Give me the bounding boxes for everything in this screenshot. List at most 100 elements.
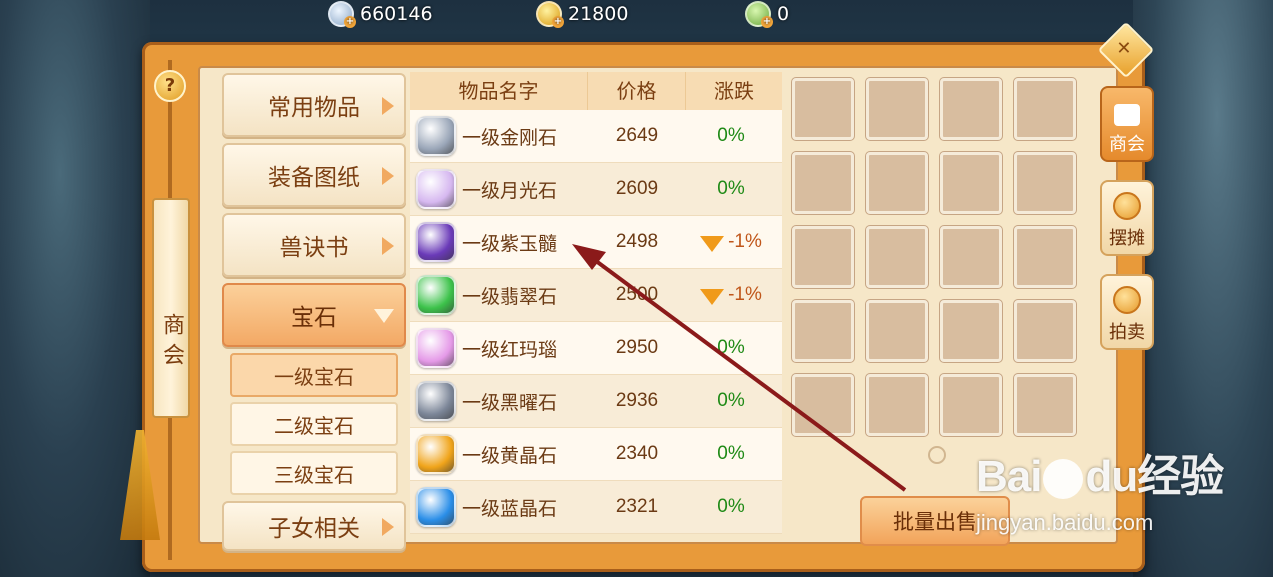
category-label: 子女相关	[268, 516, 360, 542]
item-name: 一级翡翠石	[462, 285, 558, 308]
kyanite-gem-icon	[416, 487, 456, 527]
item-price: 2649	[615, 125, 659, 146]
category-equipment-blueprints[interactable]: 装备图纸	[222, 143, 406, 207]
rail-title: 商会	[152, 198, 190, 418]
category-common-items[interactable]: 常用物品	[222, 73, 406, 137]
inventory-slot[interactable]	[866, 374, 928, 436]
item-change: 0%	[686, 390, 776, 412]
table-row[interactable]: 一级紫玉髓 2498 -1%	[410, 216, 782, 269]
inventory-slot[interactable]	[1014, 226, 1076, 288]
category-beast-skill-books[interactable]: 兽诀书	[222, 213, 406, 277]
column-header-price: 价格	[588, 72, 686, 110]
table-row[interactable]: 一级金刚石 2649 0%	[410, 110, 782, 163]
watermark-logo-mid: du	[1085, 452, 1138, 501]
baidu-jingyan-watermark: Bai du经验 jingyan.baidu.com	[976, 440, 1266, 550]
item-change-value: 0%	[717, 178, 745, 199]
inventory-slot[interactable]	[1014, 300, 1076, 362]
currency-jade[interactable]: + 0	[745, 0, 789, 28]
table-row[interactable]: 一级红玛瑙 2950 0%	[410, 322, 782, 375]
watermark-url: jingyan.baidu.com	[976, 510, 1154, 535]
column-header-name: 物品名字	[410, 72, 588, 110]
watermark-logo-left: Bai	[976, 452, 1042, 501]
inventory-slot[interactable]	[940, 374, 1002, 436]
inventory-slot[interactable]	[866, 226, 928, 288]
jade-coin-icon: +	[745, 1, 773, 28]
inventory-slot[interactable]	[792, 152, 854, 214]
diamond-gem-icon	[416, 116, 456, 156]
table-row[interactable]: 一级蓝晶石 2321 0%	[410, 481, 782, 534]
currency-gold[interactable]: + 21800	[536, 0, 628, 28]
silver-coin-icon: +	[328, 1, 356, 28]
obsidian-gem-icon	[416, 381, 456, 421]
arrow-down-icon	[700, 236, 725, 252]
tab-stall[interactable]: 摆摊	[1100, 180, 1154, 256]
item-name: 一级黑曜石	[462, 391, 558, 414]
tab-auction[interactable]: 拍卖	[1100, 274, 1154, 350]
item-name: 一级黄晶石	[462, 444, 558, 467]
citrine-gem-icon	[416, 434, 456, 474]
inventory-slot-grid	[788, 72, 1084, 452]
currency-gold-value: 21800	[568, 3, 629, 25]
item-price: 2950	[615, 337, 659, 358]
inventory-slot[interactable]	[1014, 152, 1076, 214]
inventory-slot[interactable]	[792, 300, 854, 362]
category-children-related[interactable]: 子女相关	[222, 501, 406, 551]
coin-pile-icon	[1113, 286, 1141, 314]
inventory-slot[interactable]	[1014, 374, 1076, 436]
table-row[interactable]: 一级黑曜石 2936 0%	[410, 375, 782, 428]
item-price: 2500	[615, 284, 659, 305]
help-button[interactable]: ?	[154, 70, 186, 102]
currency-silver[interactable]: + 660146	[328, 0, 433, 28]
item-change-value: 0%	[717, 443, 745, 464]
gold-coin-icon: +	[536, 1, 564, 28]
shop-icon	[1114, 104, 1140, 126]
chevron-right-icon	[382, 167, 394, 185]
item-change-value: 0%	[717, 337, 745, 358]
subcategory-level3-gems[interactable]: 三级宝石	[230, 451, 398, 495]
inventory-slot[interactable]	[792, 226, 854, 288]
currency-jade-value: 0	[777, 3, 790, 25]
table-row[interactable]: 一级黄晶石 2340 0%	[410, 428, 782, 481]
item-name: 一级红玛瑙	[462, 338, 558, 361]
category-label: 装备图纸	[268, 165, 360, 191]
item-price-table: 物品名字 价格 涨跌 一级金刚石 2649 0% 一级月光石 2609 0% 一级紫玉髓 24…	[410, 72, 782, 546]
jade-gem-icon	[416, 275, 456, 315]
inventory-slot[interactable]	[866, 300, 928, 362]
item-price: 2609	[615, 178, 659, 199]
watermark-logo-right: 经验	[1137, 452, 1224, 501]
inventory-slot[interactable]	[940, 78, 1002, 140]
currency-silver-value: 660146	[360, 3, 433, 25]
table-row[interactable]: 一级月光石 2609 0%	[410, 163, 782, 216]
subcategory-level1-gems[interactable]: 一级宝石	[230, 353, 398, 397]
item-change: 0%	[686, 178, 776, 200]
inventory-slot[interactable]	[792, 374, 854, 436]
item-change: 0%	[686, 337, 776, 359]
inventory-slot[interactable]	[792, 78, 854, 140]
table-row[interactable]: 一级翡翠石 2500 -1%	[410, 269, 782, 322]
item-price: 2936	[615, 390, 659, 411]
inventory-slot[interactable]	[940, 300, 1002, 362]
inventory-slot[interactable]	[866, 152, 928, 214]
subcategory-label: 二级宝石	[274, 413, 354, 438]
item-change-value: 0%	[717, 496, 745, 517]
category-gems[interactable]: 宝石	[222, 283, 406, 347]
paw-icon	[1043, 459, 1084, 500]
chevron-right-icon	[382, 97, 394, 115]
item-name: 一级紫玉髓	[462, 232, 558, 255]
page-indicator-dot[interactable]	[928, 446, 946, 464]
item-change: -1%	[686, 284, 776, 306]
coin-stack-icon	[1113, 192, 1141, 220]
inventory-slot[interactable]	[866, 78, 928, 140]
chevron-down-icon	[374, 309, 394, 323]
table-header: 物品名字 价格 涨跌	[410, 72, 782, 110]
purple-chalcedony-gem-icon	[416, 222, 456, 262]
inventory-slot[interactable]	[940, 152, 1002, 214]
item-name: 一级金刚石	[462, 126, 558, 149]
subcategory-level2-gems[interactable]: 二级宝石	[230, 402, 398, 446]
inventory-slot[interactable]	[1014, 78, 1076, 140]
close-icon: ✕	[1116, 38, 1132, 60]
tab-commerce[interactable]: 商会	[1100, 86, 1154, 162]
category-label: 兽诀书	[279, 235, 349, 261]
inventory-slot[interactable]	[940, 226, 1002, 288]
item-change: 0%	[686, 125, 776, 147]
